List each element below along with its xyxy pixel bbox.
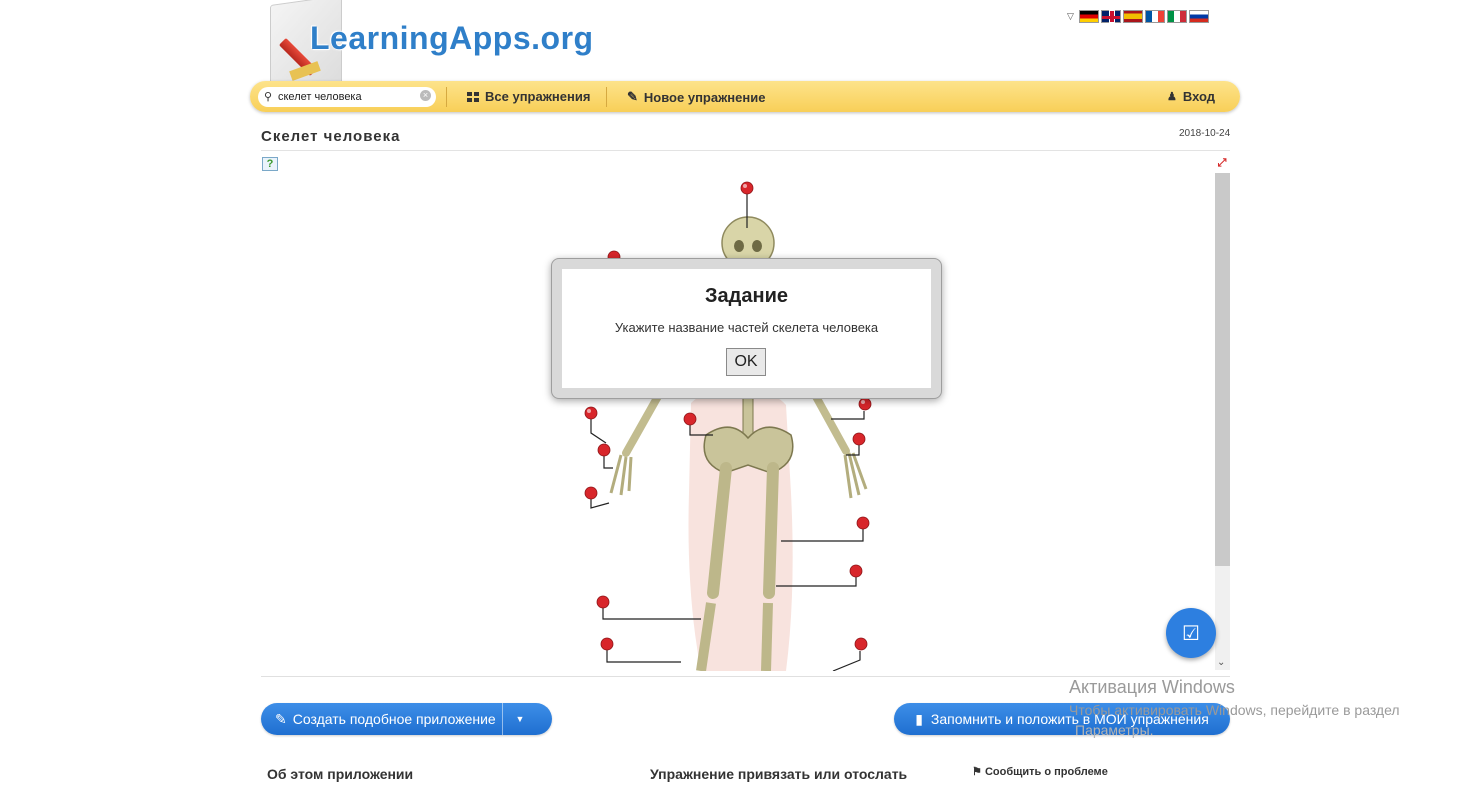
task-dialog: Задание Укажите название частей скелета …: [551, 258, 942, 399]
grid-icon: [467, 91, 479, 102]
page-date: 2018-10-24: [1179, 128, 1231, 139]
windows-activation-subtitle-2: Параметры.: [1075, 722, 1154, 738]
task-dialog-body: Задание Укажите название частей скелета …: [562, 269, 931, 388]
bookmark-icon: ▮: [915, 710, 923, 727]
nav-divider: [446, 87, 447, 107]
flag-de-icon[interactable]: [1078, 10, 1099, 23]
caret-down-icon[interactable]: ▼: [503, 714, 537, 724]
nav-login-label: Вход: [1182, 89, 1216, 104]
windows-activation-title: Активация Windows: [1069, 677, 1235, 697]
nav-login[interactable]: ♟ Вход: [1167, 89, 1215, 104]
report-problem-label: Сообщить о проблеме: [984, 766, 1108, 778]
check-icon: ☑: [1182, 622, 1200, 645]
create-similar-label: Создать подобное приложение: [292, 711, 496, 727]
nav-new-exercise[interactable]: ✎ Новое упражнение: [627, 89, 765, 105]
nav-divider: [606, 87, 607, 107]
site-logo[interactable]: LearningApps.org: [310, 20, 594, 57]
language-selector[interactable]: ▽: [1067, 10, 1209, 23]
about-app-heading: Об этом приложении: [267, 766, 414, 782]
check-answers-button[interactable]: ☑: [1166, 608, 1216, 658]
help-icon[interactable]: ?: [262, 157, 278, 171]
flag-it-icon[interactable]: [1166, 10, 1187, 23]
fullscreen-icon[interactable]: ⤢: [1215, 157, 1229, 169]
nav-all-exercises-label: Все упражнения: [485, 89, 591, 104]
search-icon: ⚲: [264, 91, 273, 103]
create-similar-label-wrap[interactable]: ✎ Создать подобное приложение: [261, 703, 503, 735]
windows-activation-subtitle: Чтобы активировать Windows, перейдите в …: [1069, 702, 1400, 718]
create-similar-app-button[interactable]: ✎ Создать подобное приложение ▼: [261, 703, 552, 735]
flag-ru-icon[interactable]: [1188, 10, 1209, 23]
flag-icon: ⚑: [972, 766, 982, 778]
report-problem-link[interactable]: ⚑ Сообщить о проблеме: [972, 765, 1108, 778]
nav-all-exercises[interactable]: Все упражнения: [467, 89, 590, 104]
exercise-scrollbar[interactable]: ⌄: [1215, 173, 1230, 670]
edit-icon: ✎: [275, 710, 287, 727]
nav-new-exercise-label: Новое упражнение: [643, 89, 766, 105]
task-dialog-title: Задание: [705, 285, 788, 307]
user-icon: ♟: [1167, 91, 1177, 103]
flag-fr-icon[interactable]: [1144, 10, 1165, 23]
chevron-down-icon[interactable]: ⌄: [1217, 657, 1225, 668]
pencil-icon: ✎: [627, 89, 638, 104]
flag-gb-icon[interactable]: [1100, 10, 1121, 23]
skeleton-illustration: [584, 181, 872, 671]
task-dialog-text: Укажите название частей скелета человека: [614, 320, 879, 335]
search-value[interactable]: скелет человека: [278, 91, 362, 103]
search-input[interactable]: ⚲ скелет человека ×: [258, 87, 436, 107]
scrollbar-thumb[interactable]: [1215, 173, 1230, 566]
dropdown-triangle-icon[interactable]: ▽: [1067, 11, 1074, 22]
exercise-canvas[interactable]: [261, 173, 1215, 671]
bind-or-send-heading: Упражнение привязать или отослать: [650, 766, 908, 782]
flag-es-icon[interactable]: [1122, 10, 1143, 23]
ok-button[interactable]: OK: [726, 348, 766, 376]
clear-search-icon[interactable]: ×: [420, 90, 431, 101]
page-title: Скелет человека: [261, 128, 401, 145]
divider: [261, 150, 1230, 151]
